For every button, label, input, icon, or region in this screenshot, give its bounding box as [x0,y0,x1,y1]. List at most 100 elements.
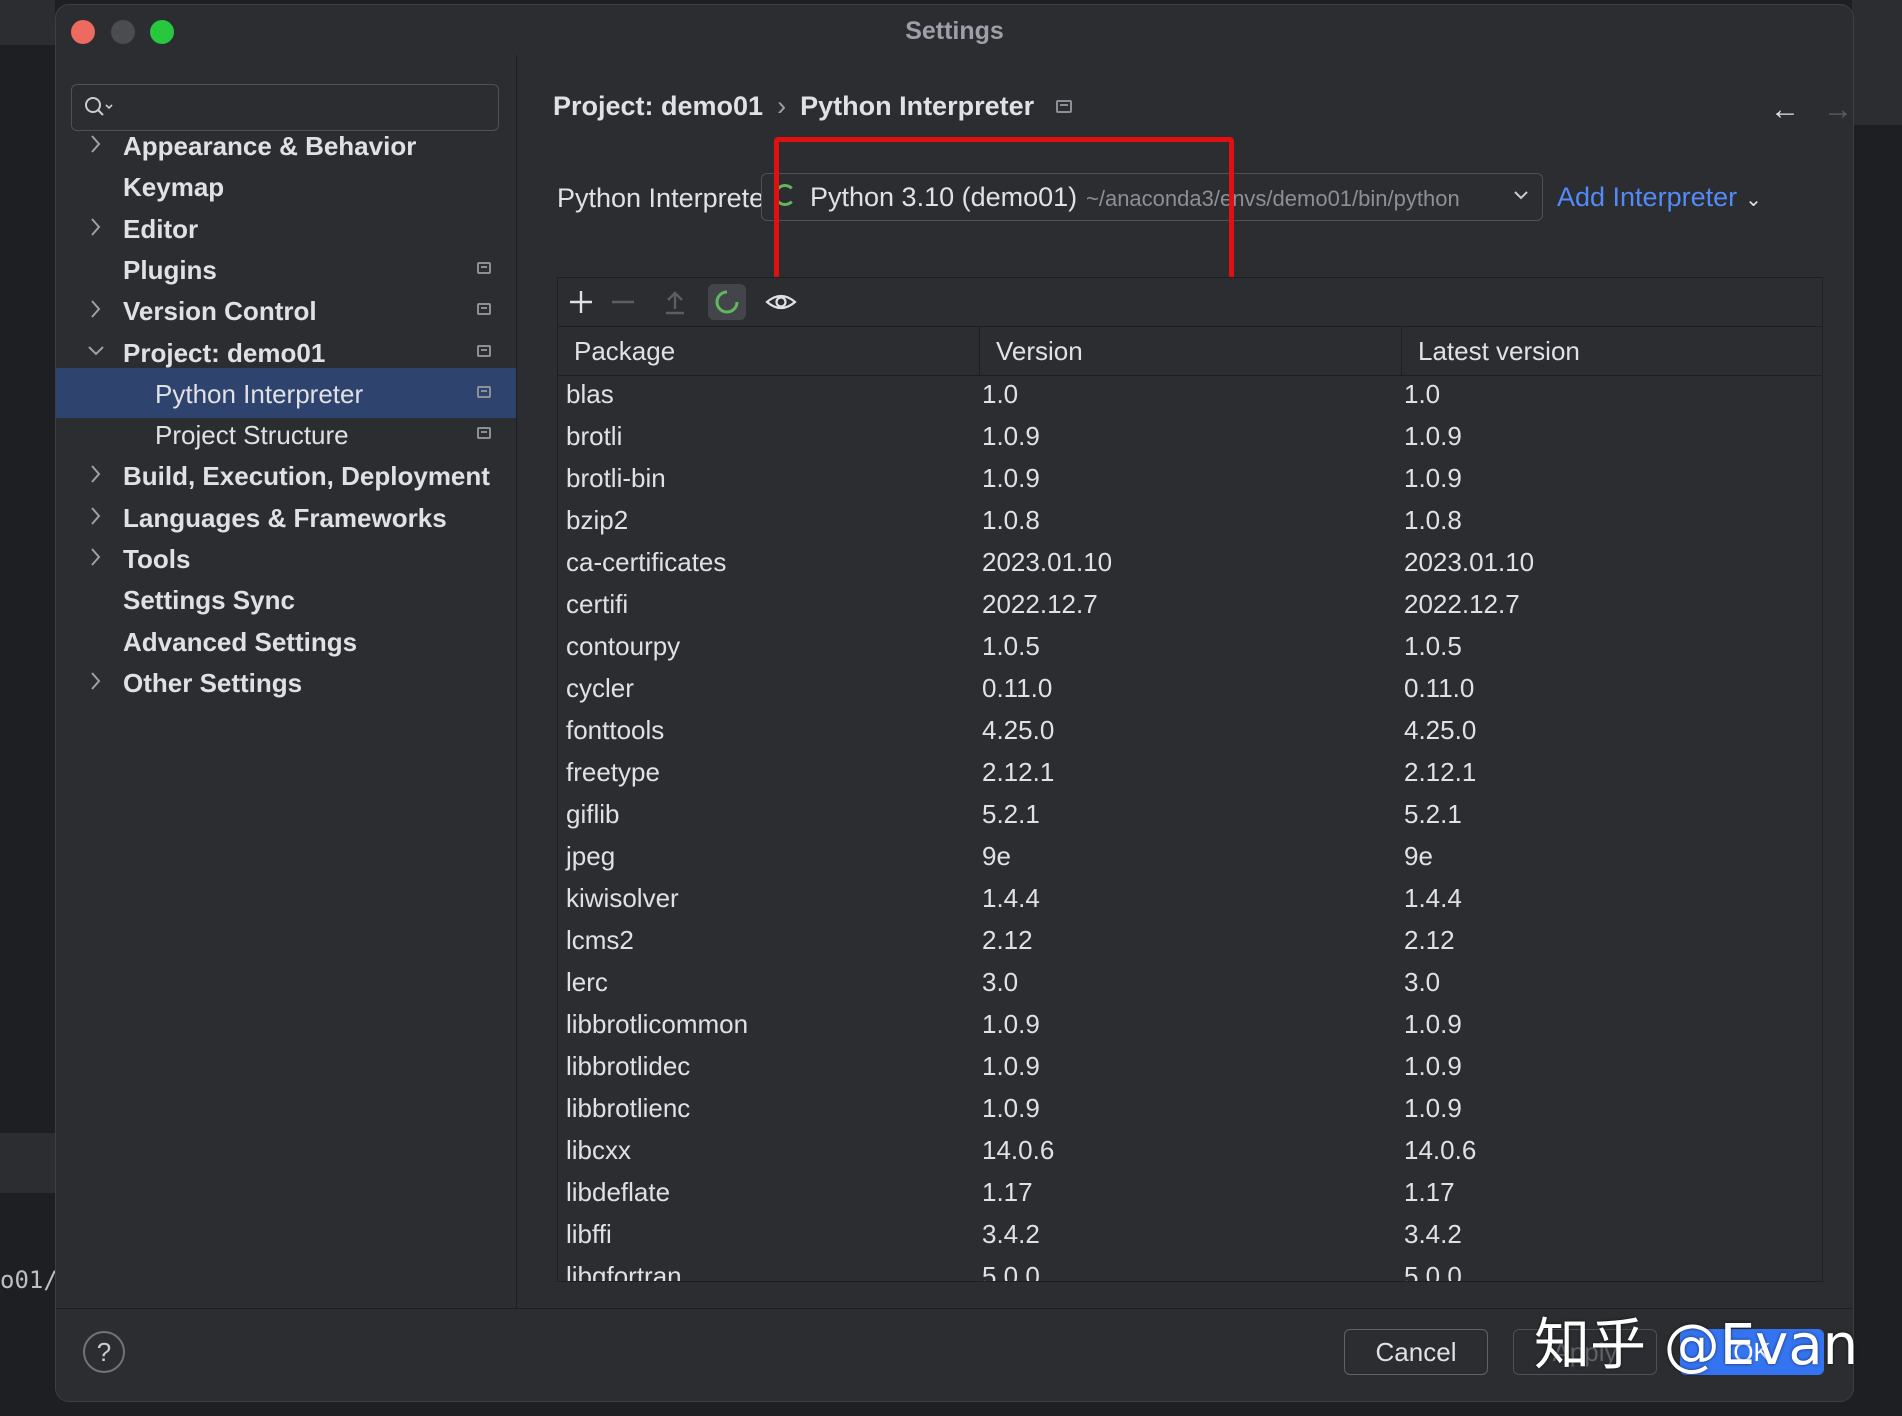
packages-table: Package Version Latest version blas 1.0 1.… [557,277,1823,1282]
table-row[interactable]: brotli 1.0.9 1.0.9 [558,418,1822,460]
sidebar-item-label: Advanced Settings [123,626,358,657]
chevron-right-icon[interactable] [88,462,104,486]
install-package-button[interactable] [562,284,600,320]
sidebar-item-label: Settings Sync [123,585,295,616]
package-latest-version-cell: 4.25.0 [1404,715,1477,745]
package-name-cell: bzip2 [566,505,629,535]
table-row[interactable]: libgfortran 5.0.0 5.0.0 [558,1258,1822,1281]
refresh-packages-button[interactable] [708,284,746,320]
package-latest-version-cell: 3.4.2 [1404,1219,1462,1249]
table-row[interactable]: lerc 3.0 3.0 [558,964,1822,1006]
table-row[interactable]: lcms2 2.12 2.12 [558,922,1822,964]
chevron-right-icon[interactable] [88,669,104,693]
package-latest-version-cell: 1.0.9 [1404,1009,1462,1039]
package-version-cell: 1.0 [982,379,1019,409]
help-button[interactable]: ? [83,1331,125,1373]
table-row[interactable]: bzip2 1.0.8 1.0.8 [558,502,1822,544]
arrow-left-icon[interactable]: ← [1770,93,1800,127]
chevron-down-icon: ⌄ [1745,189,1762,211]
package-version-cell: 1.0.9 [982,1093,1040,1123]
table-row[interactable]: contourpy 1.0.5 1.0.5 [558,628,1822,670]
table-row[interactable]: jpeg 9e 9e [558,838,1822,880]
package-version-cell: 1.0.9 [982,1009,1040,1039]
table-row[interactable]: certifi 2022.12.7 2022.12.7 [558,586,1822,628]
package-name-cell: ca-certificates [566,547,727,577]
table-row[interactable]: freetype 2.12.1 2.12.1 [558,754,1822,796]
chevron-down-icon[interactable] [88,339,104,363]
upgrade-package-button[interactable] [656,284,694,320]
show-early-releases-button[interactable] [762,284,800,320]
sidebar-item-other-settings[interactable]: Other Settings [56,657,516,707]
package-name-cell: certifi [566,589,629,619]
table-row[interactable]: libffi 3.4.2 3.4.2 [558,1216,1822,1258]
breadcrumb: Project: demo01 › Python Interpreter [553,91,1073,122]
chevron-right-icon[interactable] [88,297,104,321]
search-icon [85,97,113,116]
package-latest-version-cell: 1.17 [1404,1177,1455,1207]
column-header-latest-version[interactable]: Latest version [1402,327,1822,375]
package-name-cell: fonttools [566,715,665,745]
eye-icon [765,294,797,310]
package-latest-version-cell: 1.0.9 [1404,463,1462,493]
package-latest-version-cell: 9e [1404,841,1433,871]
upgrade-icon [666,291,684,315]
table-body: blas 1.0 1.0 brotli 1.0.9 1.0.9 brotli-bin 1.0.… [558,376,1822,1281]
chevron-right-icon[interactable] [88,545,104,569]
chevron-right-icon[interactable] [88,215,104,239]
cancel-button[interactable]: Cancel [1344,1329,1488,1375]
package-latest-version-cell: 1.0.9 [1404,1051,1462,1081]
table-row[interactable]: kiwisolver 1.4.4 1.4.4 [558,880,1822,922]
column-header-package[interactable]: Package [558,327,980,375]
package-latest-version-cell: 5.0.0 [1404,1261,1462,1281]
project-scope-icon [477,427,491,440]
loading-spinner-icon [774,184,796,206]
add-interpreter-link[interactable]: Add Interpreter ⌄ [1557,182,1762,213]
uninstall-package-button[interactable] [604,284,642,320]
table-row[interactable]: libcxx 14.0.6 14.0.6 [558,1132,1822,1174]
package-version-cell: 4.25.0 [982,715,1055,745]
project-scope-icon [477,344,491,357]
sidebar-item-label: Python Interpreter [155,378,364,409]
package-latest-version-cell: 2022.12.7 [1404,589,1520,619]
background-editor-strip [0,0,55,45]
table-row[interactable]: libdeflate 1.17 1.17 [558,1174,1822,1216]
table-row[interactable]: giflib 5.2.1 5.2.1 [558,796,1822,838]
title-bar: Settings [56,5,1853,55]
sidebar-item-label: Tools [123,544,191,574]
breadcrumb-parent[interactable]: Project: demo01 [553,91,763,121]
table-row[interactable]: libbrotlicommon 1.0.9 1.0.9 [558,1006,1822,1048]
sidebar-item-label: Project: demo01 [123,337,326,368]
chevron-right-icon[interactable] [88,504,104,528]
project-scope-icon [1056,100,1073,113]
settings-sidebar: Appearance & Behavior Keymap Editor Plugins… [56,55,517,1308]
table-row[interactable]: brotli-bin 1.0.9 1.0.9 [558,460,1822,502]
sidebar-item-label: Project Structure [155,420,349,451]
table-row[interactable]: ca-certificates 2023.01.10 2023.01.10 [558,544,1822,586]
package-name-cell: lerc [566,967,608,997]
package-version-cell: 1.0.9 [982,421,1040,451]
table-row[interactable]: libbrotlidec 1.0.9 1.0.9 [558,1048,1822,1090]
sidebar-item-label: Other Settings [123,667,303,698]
table-row[interactable]: fonttools 4.25.0 4.25.0 [558,712,1822,754]
sidebar-item-label: Keymap [123,172,225,203]
column-header-version[interactable]: Version [980,327,1402,375]
chevron-right-icon[interactable] [88,132,104,156]
table-row[interactable]: cycler 0.11.0 0.11.0 [558,670,1822,712]
table-row[interactable]: libbrotlienc 1.0.9 1.0.9 [558,1090,1822,1132]
package-version-cell: 2.12 [982,925,1033,955]
package-latest-version-cell: 1.4.4 [1404,883,1462,913]
interpreter-dropdown[interactable]: Python 3.10 (demo01) ~/anaconda3/envs/de… [761,173,1543,221]
package-version-cell: 1.4.4 [982,883,1040,913]
package-version-cell: 3.0 [982,967,1019,997]
package-name-cell: blas [566,379,614,409]
project-scope-icon [477,385,491,398]
package-version-cell: 0.11.0 [982,673,1053,703]
package-latest-version-cell: 1.0.9 [1404,421,1462,451]
package-name-cell: brotli-bin [566,463,666,493]
package-name-cell: cycler [566,673,634,703]
arrow-right-icon[interactable]: → [1823,93,1853,127]
table-row[interactable]: blas 1.0 1.0 [558,376,1822,418]
background-terminal-text: o01/ [0,1266,58,1294]
package-name-cell: libcxx [566,1135,632,1165]
minus-icon [612,300,634,304]
